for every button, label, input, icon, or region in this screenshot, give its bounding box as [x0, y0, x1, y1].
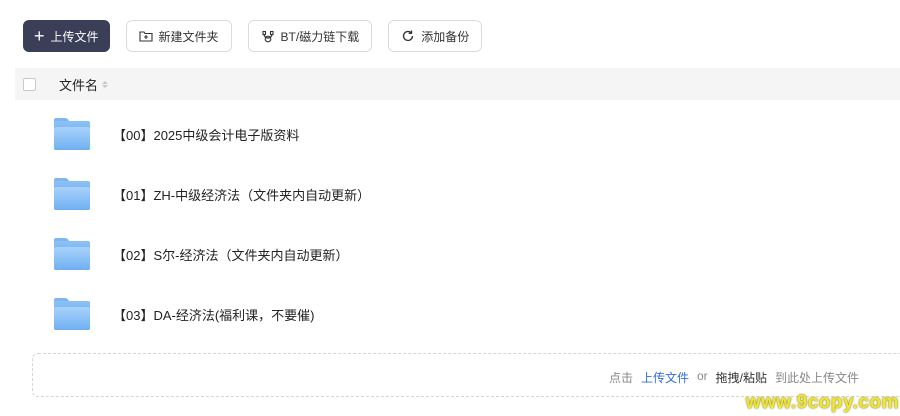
folder-icon: [54, 298, 90, 330]
dropzone-click-text: 点击: [608, 371, 633, 385]
file-list-header: 文件名: [15, 68, 900, 100]
dropzone-hint: 点击 上传文件 or 拖拽/粘贴 到此处上传文件: [609, 369, 859, 386]
sort-icon: [102, 80, 109, 88]
list-item[interactable]: 【02】S尔-经济法（文件夹内自动更新）: [15, 224, 900, 284]
select-all-checkbox[interactable]: [23, 77, 36, 91]
toolbar: + 上传文件 新建文件夹 BT/磁力链下载 添加备份: [23, 20, 483, 52]
upload-button[interactable]: + 上传文件: [23, 20, 110, 52]
file-name[interactable]: 【02】S尔-经济法（文件夹内自动更新）: [113, 245, 348, 264]
folder-icon: [54, 118, 90, 150]
upload-button-label: 上传文件: [50, 29, 99, 44]
add-backup-button[interactable]: 添加备份: [388, 20, 483, 52]
add-backup-label: 添加备份: [421, 29, 470, 44]
plus-icon: +: [34, 26, 45, 46]
upload-dropzone[interactable]: 点击 上传文件 or 拖拽/粘贴 到此处上传文件: [32, 353, 900, 397]
list-item[interactable]: 【03】DA-经济法(福利课，不要催): [15, 284, 900, 344]
dropzone-drag-paste-text: 拖拽/粘贴: [715, 371, 767, 385]
list-item[interactable]: 【00】2025中级会计电子版资料: [15, 104, 900, 164]
column-name-header[interactable]: 文件名: [59, 75, 109, 94]
watermark: www.9copy.com: [745, 392, 899, 413]
column-name-label: 文件名: [59, 77, 99, 93]
file-name[interactable]: 【01】ZH-中级经济法（文件夹内自动更新）: [113, 185, 370, 204]
list-item[interactable]: 【01】ZH-中级经济法（文件夹内自动更新）: [15, 164, 900, 224]
dropzone-or-text: or: [696, 369, 708, 383]
file-list: 【00】2025中级会计电子版资料 【01】ZH-中级经济法（文件夹内自动更新）…: [15, 104, 900, 344]
refresh-icon: [403, 30, 414, 42]
file-name[interactable]: 【03】DA-经济法(福利课，不要催): [113, 305, 315, 324]
file-name[interactable]: 【00】2025中级会计电子版资料: [113, 125, 299, 144]
new-folder-label: 新建文件夹: [158, 29, 219, 44]
folder-icon: [54, 238, 90, 270]
bt-download-button[interactable]: BT/磁力链下载: [247, 20, 373, 52]
magnet-icon: [261, 30, 274, 43]
dropzone-suffix-text: 到此处上传文件: [774, 371, 859, 385]
dropzone-upload-link[interactable]: 上传文件: [641, 369, 689, 386]
new-folder-button[interactable]: 新建文件夹: [125, 20, 232, 52]
bt-download-label: BT/磁力链下载: [280, 29, 360, 44]
folder-icon: [54, 178, 90, 210]
folder-plus-icon: [138, 31, 153, 42]
